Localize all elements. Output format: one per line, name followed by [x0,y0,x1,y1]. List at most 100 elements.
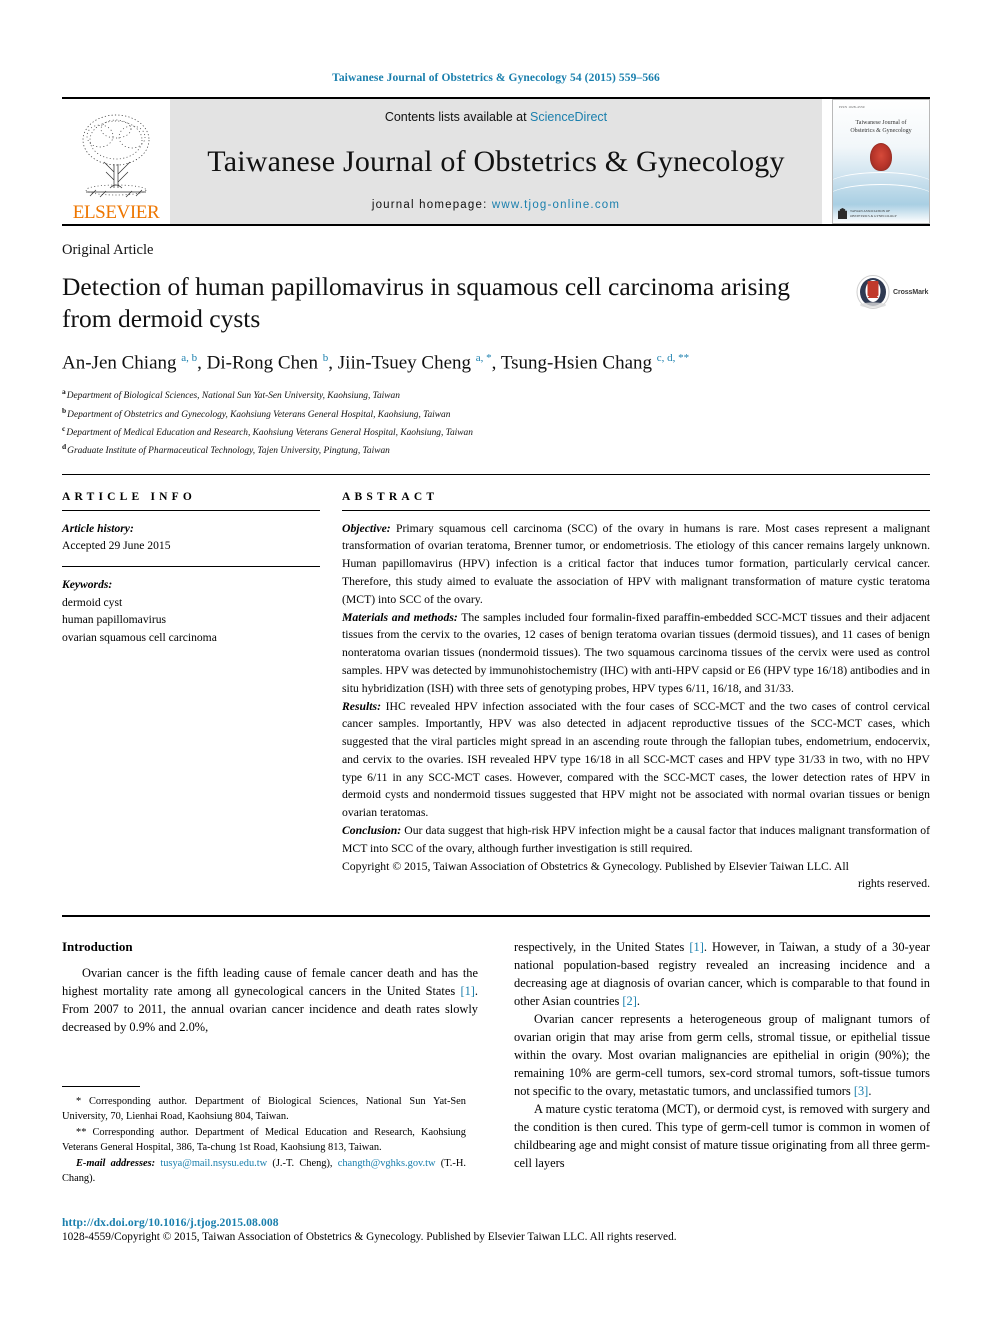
affiliation-mark: b [62,405,67,415]
issn-copyright-line: 1028-4559/Copyright © 2015, Taiwan Assoc… [62,1231,677,1243]
paragraph: A mature cystic teratoma (MCT), or dermo… [514,1101,930,1170]
sciencedirect-link[interactable]: ScienceDirect [530,110,607,124]
keyword-item: dermoid cyst [62,595,123,609]
introduction-text-left: Ovarian cancer is the fifth leading caus… [62,965,478,1037]
corresponding-author-note-2: ** Corresponding author. Department of M… [62,1126,466,1154]
cover-journal-name-line1: Taiwanese Journal of [855,120,907,126]
contents-list-line: Contents lists available at ScienceDirec… [385,110,607,124]
journal-article-page: Taiwanese Journal of Obstetrics & Gyneco… [0,0,992,1323]
article-info-separator [62,566,320,568]
article-history-block: Article history: Accepted 29 June 2015 [62,520,320,555]
page-footer: http://dx.doi.org/10.1016/j.tjog.2015.08… [62,1216,930,1243]
article-info-rule [62,509,320,511]
email-link-2[interactable]: changth@vghks.gov.tw [338,1158,436,1169]
introduction-text-right: respectively, in the United States [1]. … [514,939,930,1173]
crossmark-icon [856,275,890,309]
journal-homepage-line: journal homepage: www.tjog-online.com [372,199,620,211]
cover-journal-name-line2: Obstetrics & Gynecology [850,128,912,135]
running-head: Taiwanese Journal of Obstetrics & Gyneco… [332,72,660,84]
affiliation-mark: d [62,442,67,452]
citation-link[interactable]: [1] [460,984,474,998]
abstract-section: Materials and methods: The samples inclu… [342,609,930,698]
citation-link[interactable]: [2] [622,994,636,1008]
affiliation-item: cDepartment of Medical Education and Res… [62,423,930,441]
abstract-rule [342,509,930,511]
article-history-value: Accepted 29 June 2015 [62,539,171,553]
footnote-area: * Corresponding author. Department of Bi… [62,1086,466,1186]
abstract-section: Results: IHC revealed HPV infection asso… [342,698,930,822]
abstract-section-text: IHC revealed HPV infection associated wi… [342,699,930,820]
abstract-section-label: Results: [342,699,381,713]
abstract-copyright-text: Copyright © 2015, Taiwan Association of … [342,859,849,873]
page-title: Detection of human papillomavirus in squ… [62,272,790,334]
paragraph: Ovarian cancer represents a heterogeneou… [514,1012,930,1098]
body-column-right: respectively, in the United States [1]. … [514,939,930,1173]
journal-title: Taiwanese Journal of Obstetrics & Gyneco… [207,144,785,178]
affiliation-text: Department of Biological Sciences, Natio… [66,391,400,402]
header-divider-rule [62,473,930,475]
elsevier-wordmark: ELSEVIER [72,202,160,223]
affiliation-item: dGraduate Institute of Pharmaceutical Te… [62,441,930,459]
abstract-body: Objective: Primary squamous cell carcino… [342,520,930,893]
keyword-item: ovarian squamous cell carcinoma [62,630,217,644]
article-info-heading: ARTICLE INFO [62,490,197,503]
cover-emblem-icon [870,143,892,172]
abstract-section-label: Objective: [342,521,391,535]
citation-link[interactable]: [3] [854,1084,868,1098]
email-link-1[interactable]: tusya@mail.nsysu.edu.tw [160,1158,267,1169]
cover-footer-text: TAIWAN ASSOCIATION OF OBSTETRICS & GYNEC… [850,209,897,218]
abstract-section: Objective: Primary squamous cell carcino… [342,520,930,609]
abstract-section-label: Conclusion: [342,823,402,837]
affiliation-list: aDepartment of Biological Sciences, Nati… [62,386,930,459]
email-addresses-label: E-mail addresses: [76,1157,156,1169]
citation-link[interactable]: [1] [689,940,703,954]
email-addresses-note: E-mail addresses: tusya@mail.nsysu.edu.t… [62,1156,466,1187]
contents-prefix: Contents lists available at [384,110,531,124]
masthead-bottom-rule [62,224,930,226]
affiliation-item: bDepartment of Obstetrics and Gynecology… [62,405,930,423]
journal-masthead: ELSEVIER Contents lists available at Sci… [62,99,930,224]
abstract-section-text: Our data suggest that high-risk HPV infe… [342,823,931,855]
affiliation-text: Department of Obstetrics and Gynecology,… [67,409,451,420]
footnote-rule [62,1086,140,1087]
abstract-bottom-rule [62,915,930,918]
elsevier-tree-icon [82,114,150,198]
elsevier-logo: ELSEVIER [62,99,170,224]
homepage-prefix: journal homepage: [371,199,492,211]
corresponding-author-note-1: * Corresponding author. Department of Bi… [62,1096,466,1123]
affiliation-text: Department of Medical Education and Rese… [66,428,473,439]
paragraph: Ovarian cancer is the fifth leading caus… [62,966,478,1035]
cover-footer: TAIWAN ASSOCIATION OF OBSTETRICS & GYNEC… [833,208,929,219]
cover-journal-name: Taiwanese Journal of Obstetrics & Gyneco… [833,119,929,135]
abstract-section-label: Materials and methods: [342,610,458,624]
keywords-label: Keywords: [62,578,113,592]
affiliation-text: Graduate Institute of Pharmaceutical Tec… [67,446,390,457]
cover-footer-line2: OBSTETRICS & GYNECOLOGY [850,213,897,218]
abstract-heading: ABSTRACT [342,490,439,503]
title-row: Detection of human papillomavirus in squ… [62,271,930,335]
masthead-center: Contents lists available at ScienceDirec… [170,99,822,224]
crossmark-badge[interactable]: CrossMark [856,275,930,309]
article-info-column: ARTICLE INFO Article history: Accepted 2… [62,491,320,893]
cover-society-logo-icon [838,208,847,219]
keyword-item: human papillomavirus [62,613,167,627]
keywords-block: Keywords: dermoid cyst human papillomavi… [62,576,320,646]
cover-issn-label: ISSN 1028-4559 [839,105,865,109]
paragraph: respectively, in the United States [1]. … [514,940,930,1009]
abstract-rights-line: rights reserved. [857,877,930,891]
affiliation-mark: c [62,423,66,433]
abstract-copyright: Copyright © 2015, Taiwan Association of … [342,858,930,876]
article-type-label: Original Article [62,242,154,258]
cover-wave-2 [833,184,929,211]
abstract-section-text: Primary squamous cell carcinoma (SCC) of… [342,521,930,606]
footnote-list: * Corresponding author. Department of Bi… [62,1094,466,1186]
affiliation-item: aDepartment of Biological Sciences, Nati… [62,386,930,404]
affiliation-mark: a [62,387,66,397]
abstract-section: Conclusion: Our data suggest that high-r… [342,822,930,858]
author-list: An-Jen Chiang a, b, Di-Rong Chen b, Jiin… [62,352,690,374]
article-history-label: Article history: [62,521,134,535]
homepage-link[interactable]: www.tjog-online.com [492,199,620,211]
abstract-column: ABSTRACT Objective: Primary squamous cel… [342,491,930,893]
doi-link[interactable]: http://dx.doi.org/10.1016/j.tjog.2015.08… [62,1216,930,1229]
introduction-heading: Introduction [62,939,133,955]
